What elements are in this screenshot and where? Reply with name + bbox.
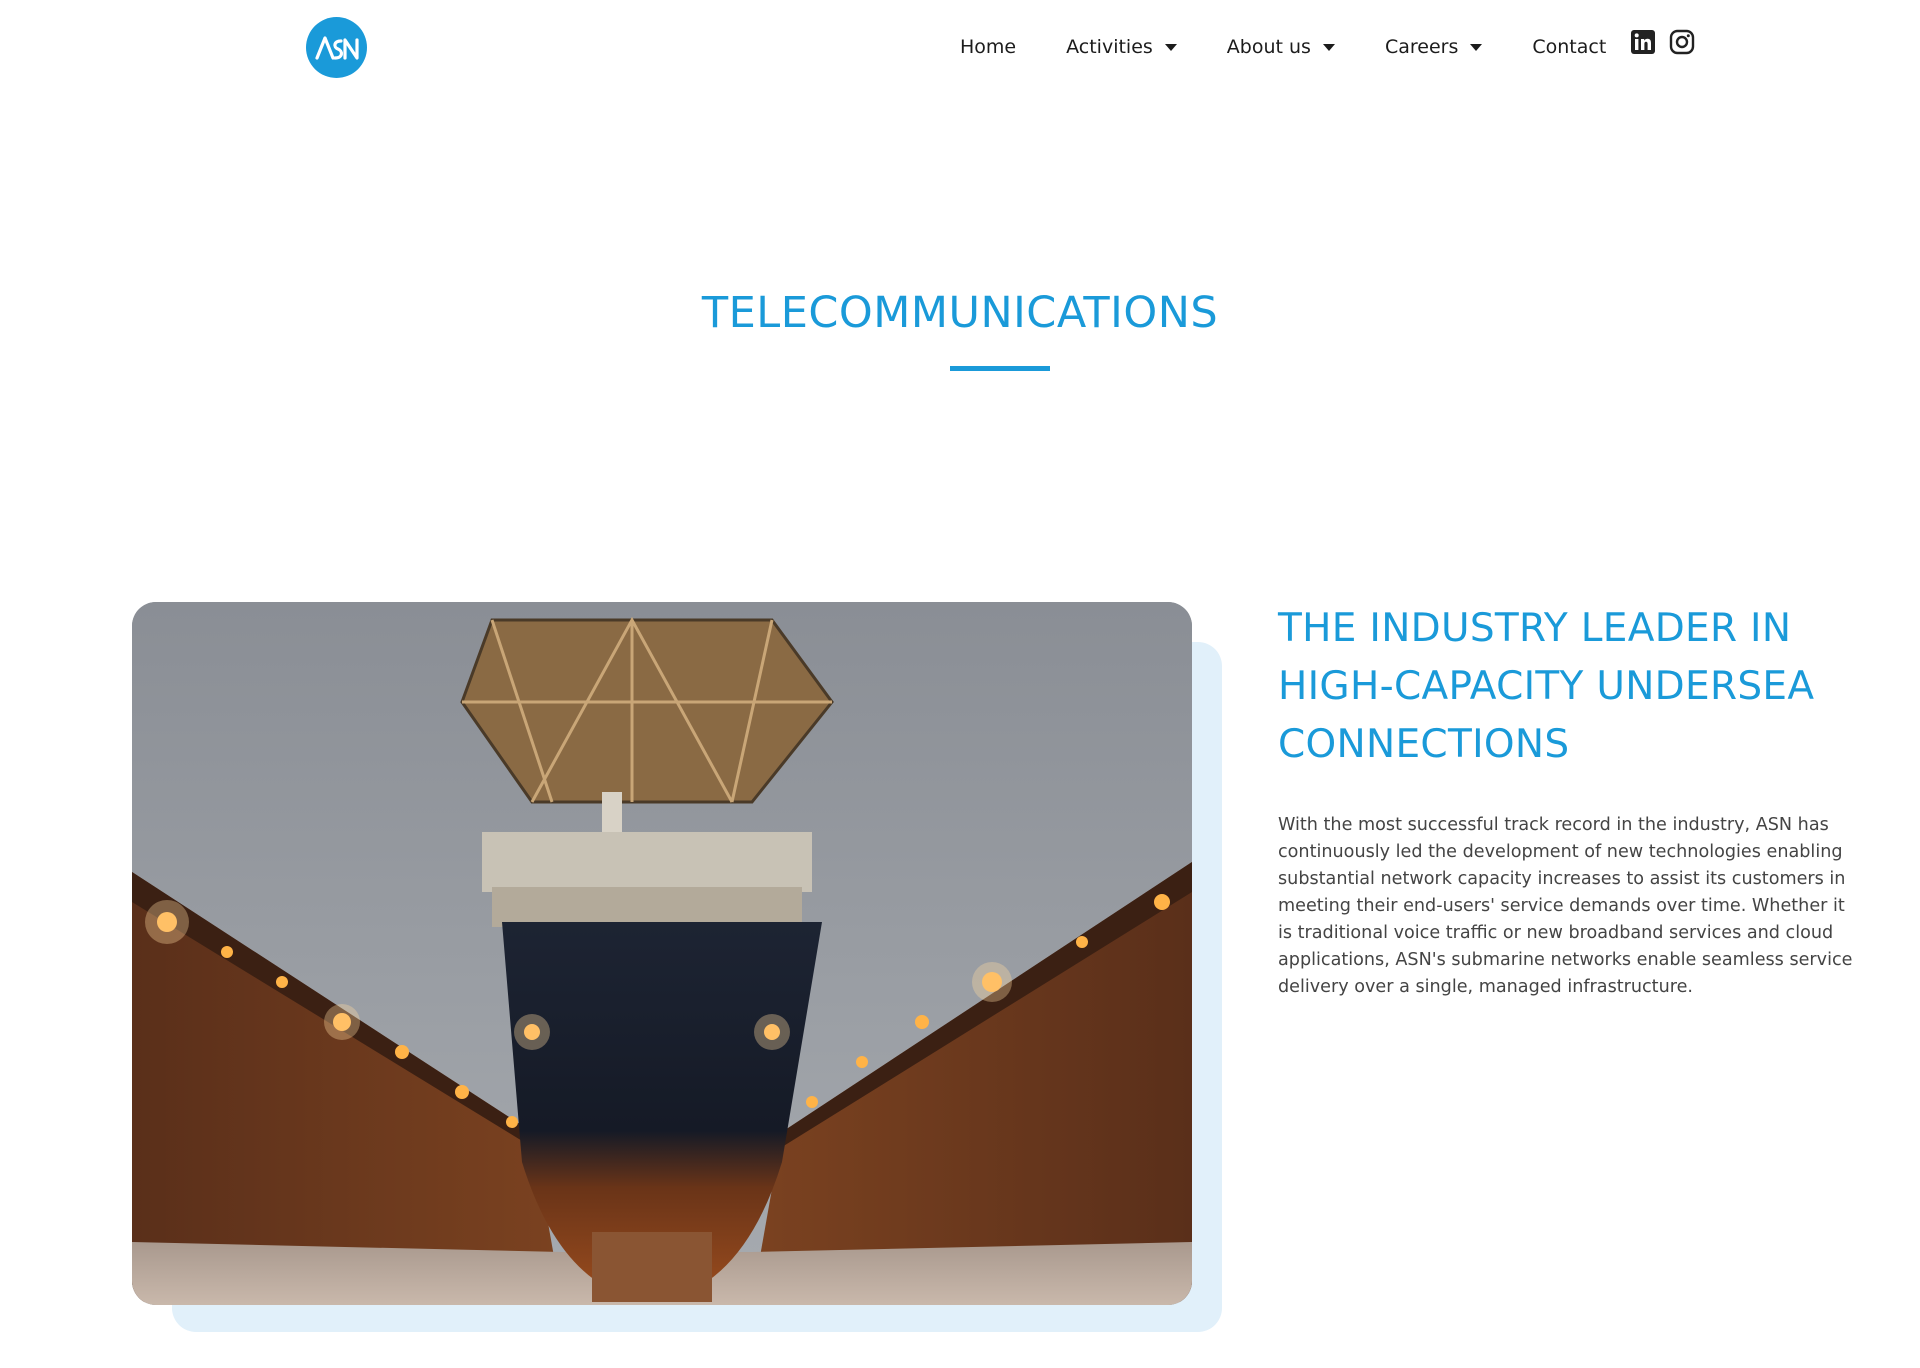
section-body: With the most successful track record in…: [1278, 815, 1853, 997]
nav-activities[interactable]: Activities: [1066, 36, 1177, 58]
asn-logo[interactable]: [306, 17, 367, 78]
title-underline: [950, 366, 1050, 371]
section-heading: THE INDUSTRY LEADER IN HIGH-CAPACITY UND…: [1278, 606, 1815, 767]
site-header: Home Activities About us Careers Contact: [0, 0, 1920, 96]
nav-activities-label: Activities: [1066, 36, 1153, 58]
page-title: TELECOMMUNICATIONS: [701, 288, 1219, 338]
social-links: [1630, 29, 1695, 55]
nav-contact[interactable]: Contact: [1532, 36, 1606, 58]
nav-careers[interactable]: Careers: [1384, 36, 1483, 58]
nav-home[interactable]: Home: [960, 36, 1016, 58]
asn-logo-mark: [314, 35, 359, 60]
nav-contact-label: Contact: [1532, 36, 1607, 58]
chevron-down-icon: [1322, 43, 1335, 51]
cable-ship-in-dry-dock-image: [132, 602, 1192, 1305]
chevron-down-icon: [1164, 43, 1177, 51]
nav-careers-label: Careers: [1384, 36, 1459, 58]
nav-about-us[interactable]: About us: [1227, 36, 1335, 58]
chevron-down-icon: [1470, 43, 1483, 51]
nav-home-label: Home: [960, 36, 1017, 58]
ship-illustration: [132, 602, 1192, 1305]
nav-about-us-label: About us: [1226, 36, 1311, 58]
instagram-icon[interactable]: [1669, 29, 1695, 55]
main-nav: Home Activities About us Careers Contact: [960, 30, 1606, 64]
linkedin-icon[interactable]: [1630, 29, 1656, 55]
